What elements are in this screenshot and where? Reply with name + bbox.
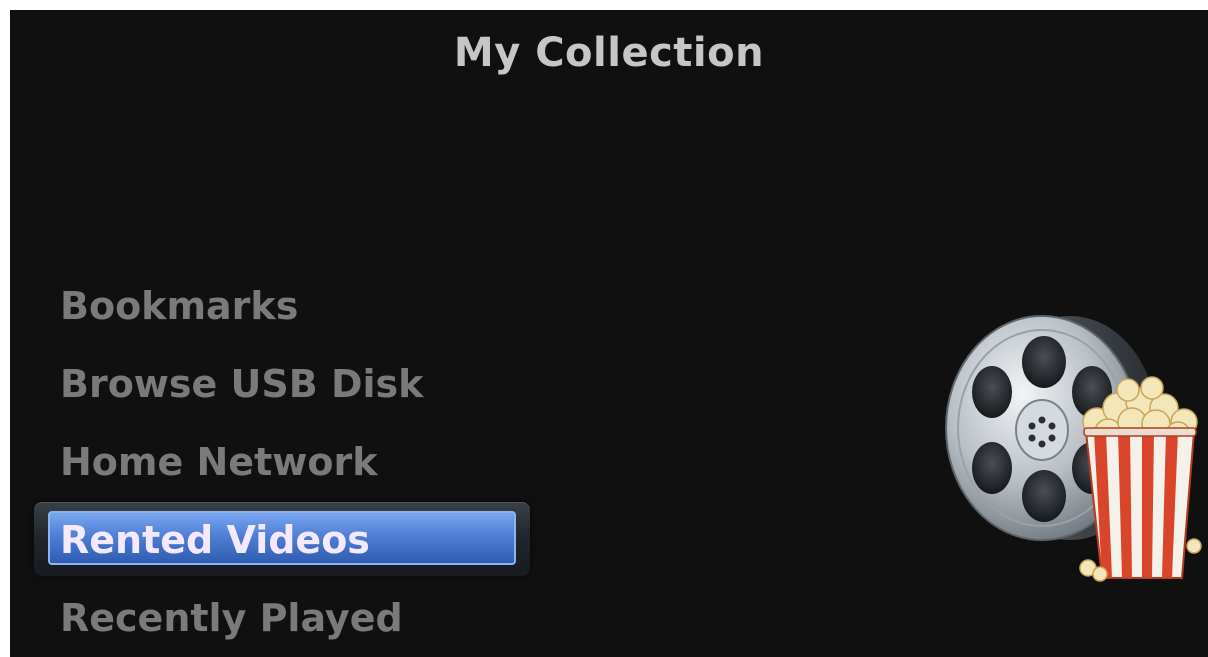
media-center-screen: My Collection Bookmarks Browse USB Disk … <box>10 10 1208 657</box>
popcorn-bucket-icon <box>1079 376 1202 582</box>
menu-item-label: Recently Played <box>60 596 403 640</box>
collection-menu: Bookmarks Browse USB Disk Home Network R… <box>34 267 554 657</box>
menu-item-recently-played[interactable]: Recently Played <box>34 579 554 657</box>
menu-item-label: Rented Videos <box>60 518 370 562</box>
menu-item-label: Home Network <box>60 440 378 484</box>
menu-item-rented-videos[interactable]: Rented Videos <box>34 501 554 579</box>
menu-item-bookmarks[interactable]: Bookmarks <box>34 267 554 345</box>
menu-item-home-network[interactable]: Home Network <box>34 423 554 501</box>
page-title: My Collection <box>453 30 765 76</box>
film-and-popcorn-illustration <box>945 315 1202 582</box>
menu-item-browse-usb-disk[interactable]: Browse USB Disk <box>34 345 554 423</box>
menu-item-label: Bookmarks <box>60 284 299 328</box>
menu-item-label: Browse USB Disk <box>60 362 424 406</box>
